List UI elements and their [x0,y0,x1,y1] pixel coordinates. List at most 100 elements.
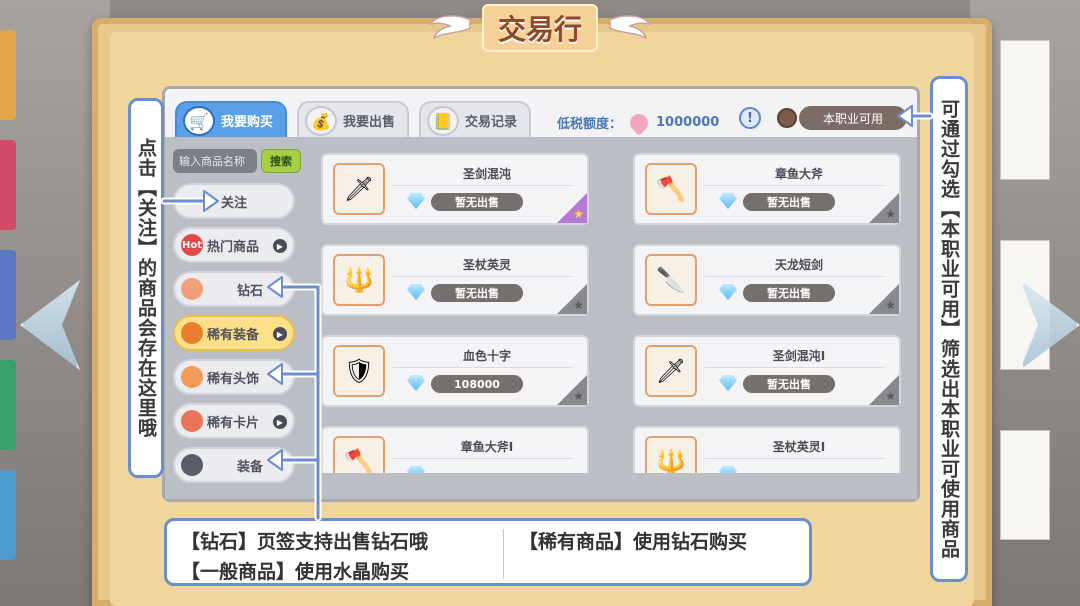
left-wing-icon [428,14,472,42]
axe-icon: 🪓 [333,436,385,473]
item-price: 暂无出售 [431,193,523,211]
shelf-decoration [0,360,16,450]
item-name: 天龙短剑 [774,258,823,272]
search-button[interactable]: 搜索 [261,149,301,173]
tab-label: 交易记录 [465,114,518,130]
favorite-star-icon[interactable]: ★ [885,389,896,403]
item-name: 圣杖英灵Ⅰ [772,440,826,454]
favorite-star-icon[interactable]: ★ [885,207,896,221]
item-price: 108000 [431,375,523,393]
category-label: 关注 [220,195,247,211]
trade-window: 🛒 我要购买 💰 我要出售 📒 交易记录 低税额度： 1000000 ! 本职业… [162,86,920,502]
item-price: 暂无出售 [743,375,835,393]
category-label: 稀有装备 [207,327,260,343]
item-card[interactable]: 🛡 血色十字 108000 ★ [321,335,589,407]
class-filter-button[interactable]: 本职业可用 [799,106,907,130]
category-label: 装备 [236,459,263,475]
item-price: 暂无出售 [743,193,835,211]
page-title: 交易行 [481,4,598,52]
tax-label: 低税额度： [557,117,623,132]
divider [393,185,573,186]
item-name: 血色十字 [462,349,511,363]
category-rare-cards[interactable]: 稀有卡片 ▶ [173,403,295,439]
sword-icon: 🗡 [645,345,697,397]
diamond-icon [407,193,425,209]
diamond-icon [719,284,737,300]
category-hot[interactable]: Hot 热门商品 ▶ [173,227,295,263]
diamond-icon [719,193,737,209]
money-bag-icon: 💰 [305,106,337,136]
divider [705,458,885,459]
divider [503,529,504,579]
divider [705,367,885,368]
hot-icon: Hot [181,234,203,256]
item-card[interactable]: 🗡 圣剑混沌Ⅰ 暂无出售 ★ [633,335,901,407]
diamond-icon [407,284,425,300]
category-diamond[interactable]: 钻石 [173,271,295,307]
item-card[interactable]: 🔪 天龙短剑 暂无出售 ★ [633,244,901,316]
sword-icon: 🗡 [333,163,385,215]
item-card[interactable]: 🪓 章鱼大斧 暂无出售 ★ [633,153,901,225]
shelf-decoration [0,250,16,340]
category-label: 热门商品 [207,239,260,255]
staff-icon: 🔱 [645,436,697,473]
right-wing-icon [608,14,652,42]
item-card[interactable]: 🔱 圣杖英灵 暂无出售 ★ [321,244,589,316]
dagger-icon: 🔪 [645,254,697,306]
tax-value: 1000000 [656,115,720,130]
title-banner: 交易行 [428,4,652,52]
item-card[interactable]: 🔱 圣杖英灵Ⅰ [633,426,901,473]
diamond-icon [407,466,425,473]
tab-records[interactable]: 📒 交易记录 [419,101,531,139]
favorite-star-icon[interactable]: ★ [573,207,584,221]
tab-label: 我要购买 [221,114,274,130]
item-name: 圣剑混沌 [462,167,511,181]
help-icon[interactable]: ! [739,107,761,129]
diamond-icon [719,466,737,473]
diamond-category-icon [181,278,203,300]
category-label: 稀有卡片 [207,415,260,431]
shirt-icon [181,454,203,476]
annotation-class-filter: 可通过勾选【本职业可用】筛选出本职业可使用商品 [930,76,968,582]
tax-token-icon [626,109,652,136]
favorite-star-icon[interactable]: ★ [885,298,896,312]
favorite-star-icon[interactable]: ★ [573,298,584,312]
annotation-currency: 【钻石】页签支持出售钻石哦 【一般商品】使用水晶购买 【稀有商品】使用钻石购买 [164,518,812,586]
item-grid: 🗡 圣剑混沌 暂无出售 ★ 🪓 章鱼大斧 暂无出售 ★ 🔱 圣杖英灵 暂无出售 … [321,153,907,473]
favorite-star-icon[interactable]: ★ [573,389,584,403]
category-rare-headwear[interactable]: 稀有头饰 [173,359,295,395]
item-card[interactable]: 🪓 章鱼大斧Ⅰ [321,426,589,473]
staff-icon: 🔱 [333,254,385,306]
play-arrow-icon: ▶ [273,327,287,341]
cross-shield-icon: 🛡 [333,345,385,397]
shelf-decoration [0,470,16,560]
annotation-line: 【一般商品】使用水晶购买 [181,561,410,583]
category-label: 钻石 [236,283,263,299]
item-name: 章鱼大斧 [774,167,823,181]
category-rare-equipment[interactable]: 稀有装备 ▶ [173,315,295,351]
divider [393,276,573,277]
class-filter-checkbox[interactable] [777,108,797,128]
annotation-favorites: 点击【关注】的商品会存在这里哦 [128,98,164,478]
search-input[interactable]: 输入商品名称 [173,149,257,173]
axe-icon: 🪓 [645,163,697,215]
category-favorites[interactable]: 关注 [173,183,295,219]
diamond-icon [407,375,425,391]
divider [393,367,573,368]
tab-buy[interactable]: 🛒 我要购买 [175,101,287,139]
wall-note [1000,430,1050,540]
shirt-icon [181,322,203,344]
item-price: 暂无出售 [743,284,835,302]
item-card[interactable]: 🗡 圣剑混沌 暂无出售 ★ [321,153,589,225]
item-name: 圣剑混沌Ⅰ [772,349,826,363]
diamond-icon [719,375,737,391]
category-equipment[interactable]: 装备 [173,447,295,483]
play-arrow-icon: ▶ [273,415,287,429]
annotation-line: 【稀有商品】使用钻石购买 [519,531,748,553]
tab-sell[interactable]: 💰 我要出售 [297,101,409,139]
headwear-icon [181,366,203,388]
title-area: 交易行 [0,4,1080,52]
tax-quota: 低税额度： 1000000 [557,109,720,136]
category-label: 稀有头饰 [207,371,260,387]
item-name: 圣杖英灵 [462,258,511,272]
